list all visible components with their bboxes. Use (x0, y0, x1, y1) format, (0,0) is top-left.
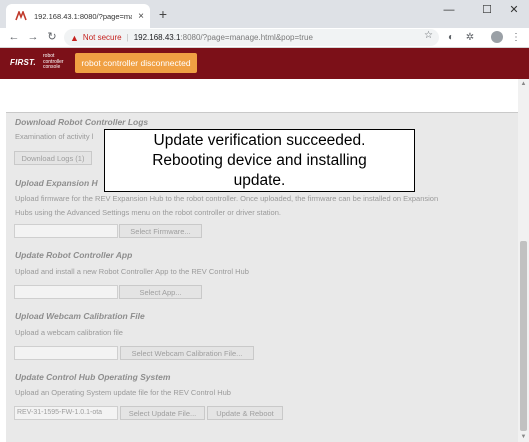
reload-button[interactable]: ↻ (44, 30, 60, 45)
webcam-calibration-title: Upload Webcam Calibration File (15, 311, 145, 321)
close-window-button[interactable]: ✕ (501, 2, 527, 18)
scrollbar-thumb[interactable] (520, 241, 527, 431)
dialog-line-3: update. (233, 172, 286, 189)
address-separator: | (126, 33, 129, 42)
warning-icon: ▲ (70, 32, 79, 43)
first-logo: FIRST. (10, 58, 36, 67)
update-app-desc: Upload and install a new Robot Controlle… (15, 267, 249, 276)
forward-button[interactable]: → (25, 30, 41, 45)
os-update-file-field[interactable]: REV-31-1595-FW-1.0.1-ota (14, 406, 118, 420)
logo-subtitle: robot controller console (43, 53, 64, 70)
dialog-line-1: Update verification succeeded. (153, 132, 366, 149)
bookmark-star-icon[interactable]: ☆ (424, 30, 433, 41)
tab-strip: 192.168.43.1:8080/?page=manag × + — ☐ ✕ (0, 0, 529, 28)
menu-icon[interactable]: ⋮ (509, 30, 523, 45)
favicon-icon (14, 9, 28, 23)
app-header: FIRST. robot controller console robot co… (0, 48, 529, 79)
select-webcam-file-button[interactable]: Select Webcam Calibration File... (120, 346, 254, 360)
firmware-file-field[interactable] (14, 224, 118, 238)
url-path: :8080/?page=manage.html&pop=true (180, 33, 313, 42)
os-update-desc: Upload an Operating System update file f… (15, 388, 231, 397)
page-scrollbar[interactable]: ▲ ▼ (518, 79, 529, 442)
upload-expansion-hub-title: Upload Expansion H (15, 178, 98, 188)
tab-title: 192.168.43.1:8080/?page=manag (34, 11, 132, 21)
webcam-calibration-desc: Upload a webcam calibration file (15, 328, 123, 337)
update-app-title: Update Robot Controller App (15, 250, 133, 260)
upload-expansion-hub-desc-2: Hubs using the Advanced Settings menu on… (15, 208, 281, 217)
extension-puzzle-icon[interactable]: ✲ (463, 30, 477, 45)
select-update-file-button[interactable]: Select Update File... (120, 406, 205, 420)
os-update-title: Update Control Hub Operating System (15, 372, 171, 382)
security-label[interactable]: Not secure (83, 33, 122, 42)
browser-toolbar: ← → ↻ ▲ Not secure | 192.168.43.1:8080/?… (0, 28, 529, 48)
extension-icon[interactable]: ◐ (444, 30, 458, 45)
select-firmware-button[interactable]: Select Firmware... (119, 224, 202, 238)
select-app-button[interactable]: Select App... (119, 285, 202, 299)
app-file-field[interactable] (14, 285, 118, 299)
dialog-line-2: Rebooting device and installing (152, 152, 367, 169)
browser-tab[interactable]: 192.168.43.1:8080/?page=manag × (6, 4, 150, 28)
tab-close-icon[interactable]: × (136, 11, 146, 22)
new-tab-button[interactable]: + (155, 6, 171, 22)
profile-avatar[interactable] (491, 31, 503, 43)
maximize-button[interactable]: ☐ (474, 2, 500, 18)
scroll-up-icon[interactable]: ▲ (518, 79, 529, 89)
webcam-file-field[interactable] (14, 346, 118, 360)
download-logs-title: Download Robot Controller Logs (15, 117, 149, 127)
back-button[interactable]: ← (6, 30, 22, 45)
url-host: 192.168.43.1 (133, 33, 181, 42)
connection-status-badge: robot controller disconnected (75, 53, 197, 73)
update-status-dialog: Update verification succeeded. Rebooting… (104, 129, 415, 192)
upload-expansion-hub-desc-1: Upload firmware for the REV Expansion Hu… (15, 194, 439, 203)
scroll-down-icon[interactable]: ▼ (518, 432, 529, 442)
download-logs-button[interactable]: Download Logs (1) (14, 151, 92, 165)
address-bar[interactable]: ▲ Not secure | 192.168.43.1:8080/?page=m… (64, 29, 439, 46)
minimize-button[interactable]: — (436, 2, 462, 18)
update-reboot-button[interactable]: Update & Reboot (207, 406, 283, 420)
